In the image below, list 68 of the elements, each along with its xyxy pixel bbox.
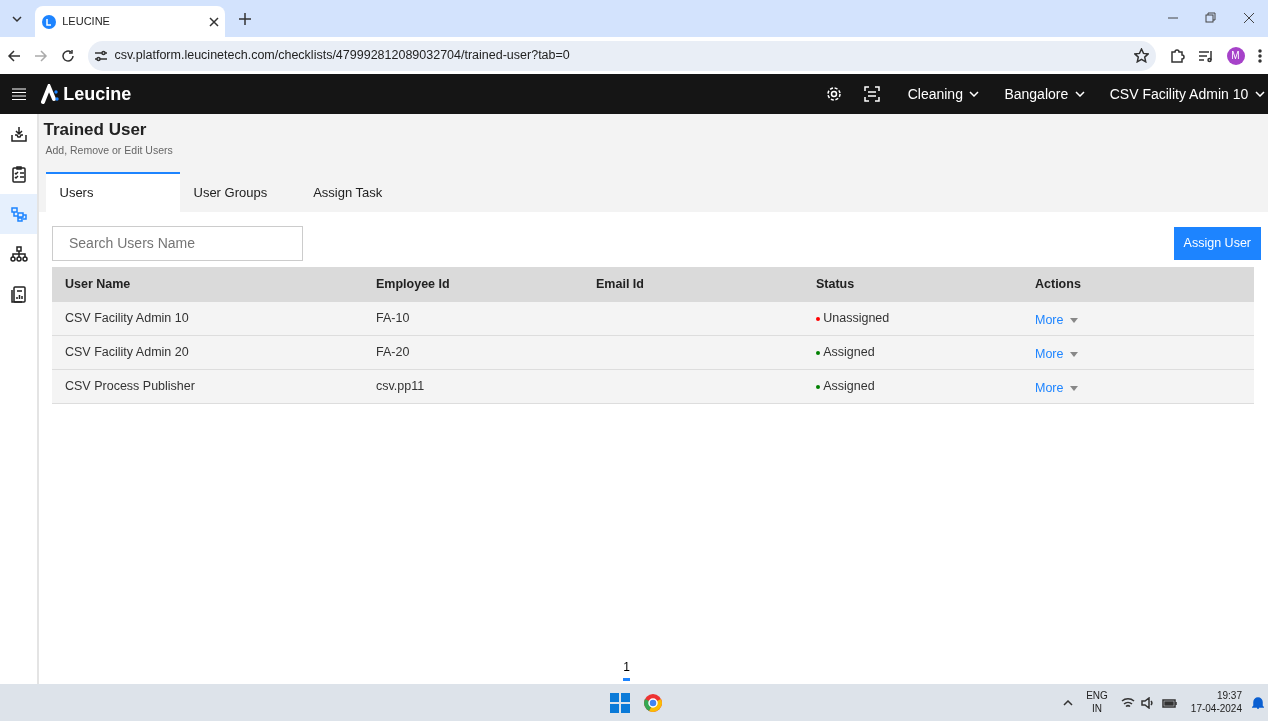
report-icon bbox=[9, 285, 28, 303]
brand-name: Leucine bbox=[63, 82, 133, 106]
tab[interactable]: Users bbox=[45, 171, 180, 212]
back-icon[interactable] bbox=[6, 48, 21, 63]
status-text: Assigned bbox=[823, 378, 875, 396]
column-header: Email Id bbox=[596, 277, 644, 292]
reload-icon[interactable] bbox=[60, 48, 75, 63]
status-text: Assigned bbox=[823, 344, 875, 362]
notification-icon[interactable] bbox=[1252, 696, 1264, 709]
column-header: Employee Id bbox=[376, 277, 450, 292]
clock-time[interactable]: 19:37 bbox=[1190, 690, 1242, 703]
table-cell: CSV Process Publisher bbox=[65, 379, 195, 394]
browser-tab[interactable]: LEUCINE bbox=[35, 6, 226, 37]
page-subtitle: Add, Remove or Edit Users bbox=[45, 142, 174, 158]
logo-icon bbox=[40, 84, 60, 104]
speaker-icon[interactable] bbox=[1141, 696, 1156, 709]
page-title: Trained User bbox=[43, 119, 148, 142]
header-dropdown[interactable]: CSV Facility Admin 10 bbox=[1103, 82, 1268, 106]
tab-title: LEUCINE bbox=[62, 14, 111, 30]
close-icon[interactable] bbox=[208, 16, 219, 27]
clock-date[interactable]: 17-04-2024 bbox=[1190, 702, 1242, 715]
hierarchy-icon bbox=[9, 245, 28, 263]
language-indicator[interactable]: ENG bbox=[1086, 690, 1108, 703]
page-number[interactable]: 1 bbox=[623, 657, 630, 681]
menu-icon[interactable] bbox=[12, 88, 26, 100]
checklist-icon bbox=[9, 165, 28, 183]
site-icon bbox=[41, 14, 56, 29]
assign-user-button[interactable]: Assign User bbox=[1173, 226, 1261, 260]
column-header: User Name bbox=[65, 277, 131, 292]
process-icon bbox=[9, 205, 28, 223]
status-text: Unassigned bbox=[823, 310, 890, 328]
star-icon[interactable] bbox=[1134, 48, 1149, 63]
url-text: csv.platform.leucinetech.com/checklists/479992812089032704/trained-user?tab=0 bbox=[114, 47, 571, 65]
caret-down-icon bbox=[1070, 385, 1078, 391]
battery-icon[interactable] bbox=[1161, 696, 1178, 709]
column-header: Actions bbox=[1035, 277, 1081, 292]
header-dropdown[interactable]: Bangalore bbox=[998, 82, 1091, 106]
chevron-down-icon bbox=[1254, 91, 1265, 97]
wifi-icon[interactable] bbox=[1120, 696, 1135, 709]
chevron-up-icon[interactable] bbox=[1063, 699, 1074, 706]
table-cell: FA-10 bbox=[376, 311, 410, 326]
search-field[interactable]: Search Users Name bbox=[52, 225, 303, 261]
caret-down-icon bbox=[1070, 351, 1078, 357]
browser-icon[interactable] bbox=[643, 692, 663, 713]
table-cell: FA-20 bbox=[376, 345, 410, 360]
column-header: Status bbox=[816, 277, 855, 292]
caret-down-icon bbox=[1070, 317, 1078, 323]
address-bar[interactable]: csv.platform.leucinetech.com/checklists/479992812089032704/trained-user?tab=0 bbox=[87, 40, 1156, 71]
settings-icon[interactable] bbox=[825, 86, 842, 102]
more-icon[interactable] bbox=[1257, 48, 1262, 63]
table-cell: csv.pp11 bbox=[376, 379, 425, 394]
table-cell: CSV Facility Admin 10 bbox=[65, 311, 189, 326]
table-cell: CSV Facility Admin 20 bbox=[65, 345, 189, 360]
header-dropdown[interactable]: Cleaning bbox=[901, 82, 986, 106]
scan-icon[interactable] bbox=[863, 86, 880, 102]
puzzle-icon[interactable] bbox=[1168, 47, 1185, 64]
windows-icon[interactable] bbox=[610, 692, 630, 713]
region-indicator[interactable]: IN bbox=[1086, 702, 1108, 715]
profile-avatar[interactable]: M bbox=[1226, 46, 1245, 65]
inbox-icon bbox=[9, 125, 28, 143]
close-icon[interactable] bbox=[1243, 12, 1255, 24]
new-tab-icon[interactable] bbox=[239, 13, 252, 25]
tab[interactable]: Assign Task bbox=[299, 171, 415, 212]
tab[interactable]: User Groups bbox=[179, 171, 300, 212]
restore-icon[interactable] bbox=[1205, 12, 1217, 24]
chevron-down-icon bbox=[969, 91, 980, 97]
site-settings-icon[interactable] bbox=[94, 48, 108, 63]
chevron-down-icon bbox=[1074, 91, 1085, 97]
